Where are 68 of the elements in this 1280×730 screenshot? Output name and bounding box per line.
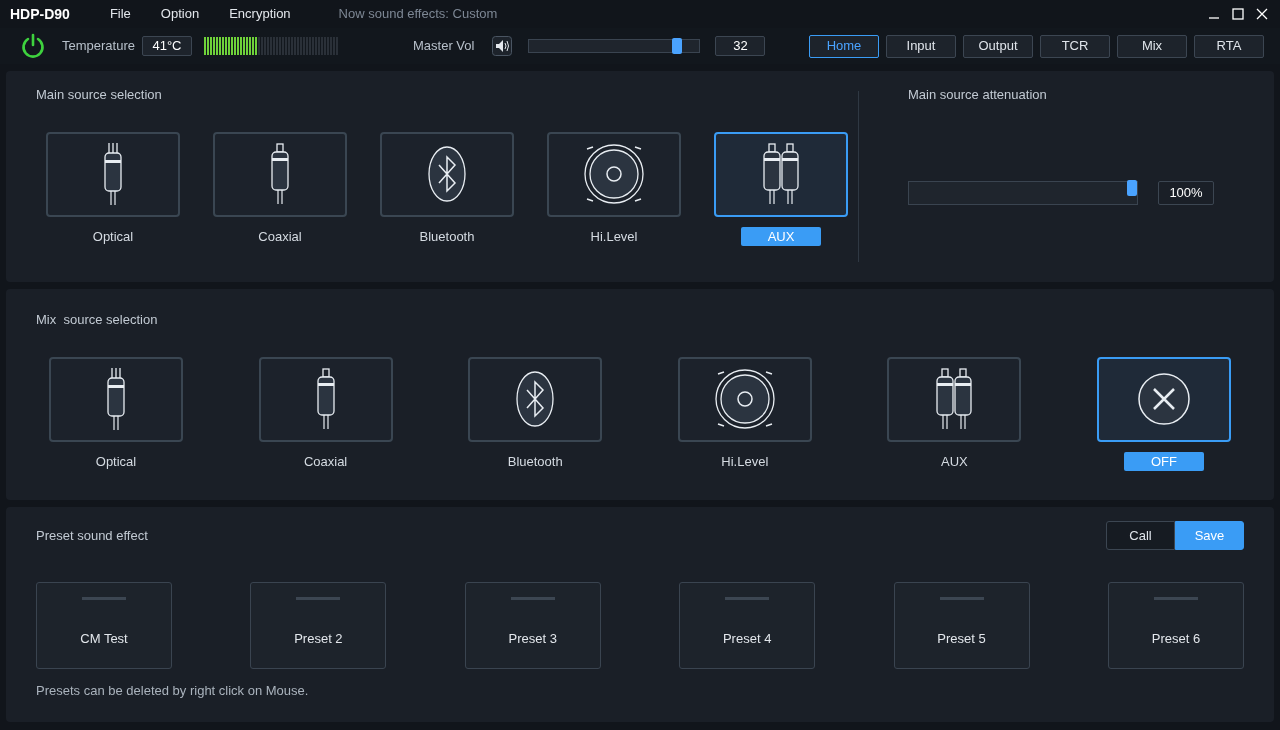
preset-card[interactable]: Preset 3 <box>464 582 601 669</box>
volume-value: 32 <box>715 36 766 56</box>
coaxial-plug-icon <box>316 368 335 430</box>
preset-card[interactable]: CM Test <box>36 582 172 669</box>
slider-thumb[interactable] <box>1127 179 1137 196</box>
bluetooth-icon <box>516 371 555 427</box>
slider-thumb[interactable] <box>671 38 682 54</box>
menu-item[interactable]: File <box>109 4 131 24</box>
temperature-label: Temperature <box>62 37 135 56</box>
bluetooth-icon <box>428 146 466 202</box>
source-button[interactable] <box>380 131 514 217</box>
rca-plugs-icon <box>762 143 800 205</box>
source-label: Coaxial <box>302 452 349 471</box>
source-label: Bluetooth <box>506 452 564 471</box>
temperature-value: 41°C <box>142 36 192 56</box>
nav-tab[interactable]: TCR <box>1040 34 1110 58</box>
source-label: AUX <box>940 452 969 471</box>
nav-tab[interactable]: Home <box>809 34 879 58</box>
coaxial-plug-icon <box>271 143 289 205</box>
source-label: Hi.Level <box>720 452 770 471</box>
section-title: Main source selection <box>36 86 163 104</box>
source-button[interactable] <box>887 356 1022 442</box>
preset-card[interactable]: Preset 6 <box>1107 582 1244 669</box>
close-icon[interactable] <box>1256 8 1268 20</box>
source-button[interactable] <box>468 356 603 442</box>
preset-action-button[interactable]: Call <box>1106 521 1175 550</box>
section-title: Main source attenuation <box>908 86 1048 104</box>
speaker-volume-icon[interactable] <box>492 36 513 56</box>
source-label: Optical <box>91 227 135 246</box>
optical-plug-icon <box>104 142 122 206</box>
optical-plug-icon <box>107 367 125 431</box>
source-label: Optical <box>94 452 138 471</box>
source-button[interactable] <box>49 356 183 442</box>
close-icon <box>1136 372 1191 426</box>
rca-plugs-icon <box>935 368 974 430</box>
app-title: HDP-D90 <box>10 4 70 24</box>
speaker-icon <box>581 141 647 207</box>
source-label: AUX <box>741 226 821 246</box>
nav-tab[interactable]: Input <box>886 34 956 58</box>
master-vol-label: Master Vol <box>413 37 475 56</box>
section-title: Mix source selection <box>35 311 158 329</box>
attenuation-value: 100% <box>1158 180 1214 205</box>
menu-item[interactable]: Encryption <box>229 4 291 24</box>
nav-tab[interactable]: RTA <box>1194 34 1264 58</box>
slider-track[interactable] <box>528 39 701 53</box>
source-button[interactable] <box>677 356 812 442</box>
source-button[interactable] <box>1096 356 1231 442</box>
nav-tab[interactable]: Output <box>963 34 1033 58</box>
source-button[interactable] <box>714 131 848 217</box>
preset-card[interactable]: Preset 4 <box>679 582 816 669</box>
power-icon[interactable] <box>20 33 46 59</box>
source-label: OFF <box>1123 451 1204 471</box>
status-text: Now sound effects: Custom <box>338 5 498 24</box>
source-button[interactable] <box>547 131 681 217</box>
preset-card[interactable]: Preset 2 <box>250 582 387 669</box>
source-label: Coaxial <box>257 227 303 246</box>
source-button[interactable] <box>46 131 180 217</box>
source-button[interactable] <box>213 131 347 217</box>
slider-track[interactable] <box>908 180 1138 205</box>
menu-item[interactable]: Option <box>160 4 200 24</box>
source-label: Bluetooth <box>418 227 476 246</box>
hint-text: Presets can be deleted by right click on Mouse. <box>36 682 309 700</box>
source-label: Hi.Level <box>589 227 639 246</box>
preset-card[interactable]: Preset 5 <box>893 582 1030 669</box>
maximize-icon[interactable] <box>1232 8 1244 20</box>
section-title: Preset sound effect <box>36 526 148 545</box>
nav-tab[interactable]: Mix <box>1117 34 1187 58</box>
source-button[interactable] <box>258 356 393 442</box>
